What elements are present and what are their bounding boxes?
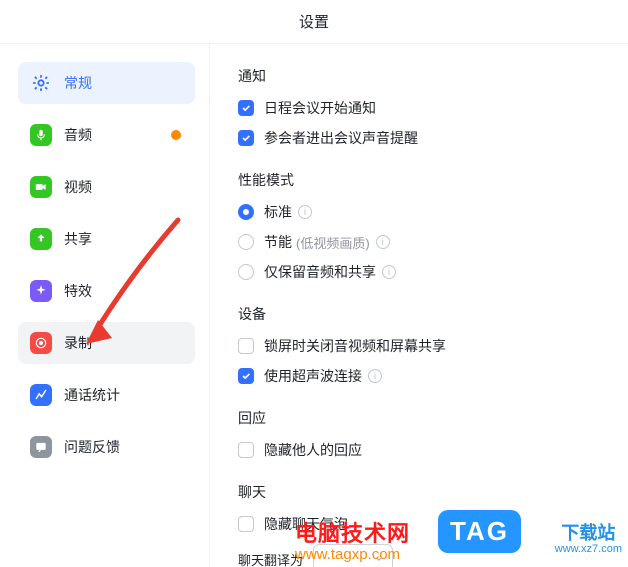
opt-eco[interactable]: 节能 (低视频画质) i: [238, 232, 618, 252]
chevron-down-icon: [374, 554, 384, 564]
opt-calendar-notify[interactable]: 日程会议开始通知: [238, 98, 618, 118]
opt-lock-screen[interactable]: 锁屏时关闭音视频和屏幕共享: [238, 336, 618, 356]
checkbox-checked-icon: [238, 130, 254, 146]
opt-standard[interactable]: 标准 i: [238, 202, 618, 222]
opt-audio-only[interactable]: 仅保留音频和共享 i: [238, 262, 618, 282]
opt-hide-chat[interactable]: 隐藏聊天气泡: [238, 514, 618, 534]
stats-icon: [30, 384, 52, 406]
checkbox-unchecked-icon: [238, 338, 254, 354]
opt-hide-reaction[interactable]: 隐藏他人的回应: [238, 440, 618, 460]
sidebar-item-label: 视频: [64, 177, 92, 197]
content-pane: 通知 日程会议开始通知 参会者进出会议声音提醒 性能模式 标准 i: [210, 44, 628, 567]
sidebar-item-general[interactable]: 常规: [18, 62, 195, 104]
sidebar-item-label: 问题反馈: [64, 437, 120, 457]
option-label: 聊天翻译为: [238, 550, 303, 567]
option-label: 隐藏他人的回应: [264, 440, 362, 460]
radio-unchecked-icon: [238, 264, 254, 280]
sidebar-item-label: 通话统计: [64, 385, 120, 405]
sidebar-item-label: 录制: [64, 333, 92, 353]
sidebar-item-audio[interactable]: 音频: [18, 114, 195, 156]
section-title: 性能模式: [238, 170, 618, 190]
sidebar-item-feedback[interactable]: 问题反馈: [18, 426, 195, 468]
checkbox-checked-icon: [238, 100, 254, 116]
window-title: 设置: [0, 0, 628, 44]
section-perf: 性能模式 标准 i 节能 (低视频画质) i 仅保留音频和共享 i: [238, 170, 618, 282]
checkbox-checked-icon: [238, 368, 254, 384]
sidebar: 常规 音频 视频 共享 特效: [0, 44, 210, 567]
translate-select[interactable]: [313, 544, 393, 567]
sidebar-item-video[interactable]: 视频: [18, 166, 195, 208]
notification-dot: [171, 130, 181, 140]
sidebar-item-label: 共享: [64, 229, 92, 249]
record-icon: [30, 332, 52, 354]
info-icon[interactable]: i: [298, 205, 312, 219]
feedback-icon: [30, 436, 52, 458]
option-sublabel: (低视频画质): [296, 233, 370, 252]
sidebar-item-stats[interactable]: 通话统计: [18, 374, 195, 416]
section-title: 通知: [238, 66, 618, 86]
sidebar-item-record[interactable]: 录制: [18, 322, 195, 364]
info-icon[interactable]: i: [368, 369, 382, 383]
option-label: 锁屏时关闭音视频和屏幕共享: [264, 336, 446, 356]
section-title: 聊天: [238, 482, 618, 502]
info-icon[interactable]: i: [382, 265, 396, 279]
sidebar-item-share[interactable]: 共享: [18, 218, 195, 260]
sidebar-item-label: 常规: [64, 73, 92, 93]
sparkle-icon: [30, 280, 52, 302]
camera-icon: [30, 176, 52, 198]
option-label: 隐藏聊天气泡: [264, 514, 348, 534]
option-label: 标准: [264, 202, 292, 222]
sidebar-item-effects[interactable]: 特效: [18, 270, 195, 312]
share-icon: [30, 228, 52, 250]
checkbox-unchecked-icon: [238, 516, 254, 532]
gear-icon: [30, 72, 52, 94]
sidebar-item-label: 特效: [64, 281, 92, 301]
section-chat: 聊天 隐藏聊天气泡 聊天翻译为: [238, 482, 618, 567]
checkbox-unchecked-icon: [238, 442, 254, 458]
option-label: 节能: [264, 232, 292, 252]
opt-join-sound[interactable]: 参会者进出会议声音提醒: [238, 128, 618, 148]
radio-checked-icon: [238, 204, 254, 220]
section-title: 设备: [238, 304, 618, 324]
section-notify: 通知 日程会议开始通知 参会者进出会议声音提醒: [238, 66, 618, 148]
sidebar-item-label: 音频: [64, 125, 92, 145]
option-label: 参会者进出会议声音提醒: [264, 128, 418, 148]
section-device: 设备 锁屏时关闭音视频和屏幕共享 使用超声波连接 i: [238, 304, 618, 386]
option-label: 日程会议开始通知: [264, 98, 376, 118]
title-text: 设置: [299, 11, 329, 32]
main: 常规 音频 视频 共享 特效: [0, 44, 628, 567]
info-icon[interactable]: i: [376, 235, 390, 249]
opt-translate: 聊天翻译为: [238, 544, 618, 567]
radio-unchecked-icon: [238, 234, 254, 250]
section-title: 回应: [238, 408, 618, 428]
option-label: 仅保留音频和共享: [264, 262, 376, 282]
option-label: 使用超声波连接: [264, 366, 362, 386]
mic-icon: [30, 124, 52, 146]
section-reaction: 回应 隐藏他人的回应: [238, 408, 618, 460]
opt-ultrasonic[interactable]: 使用超声波连接 i: [238, 366, 618, 386]
